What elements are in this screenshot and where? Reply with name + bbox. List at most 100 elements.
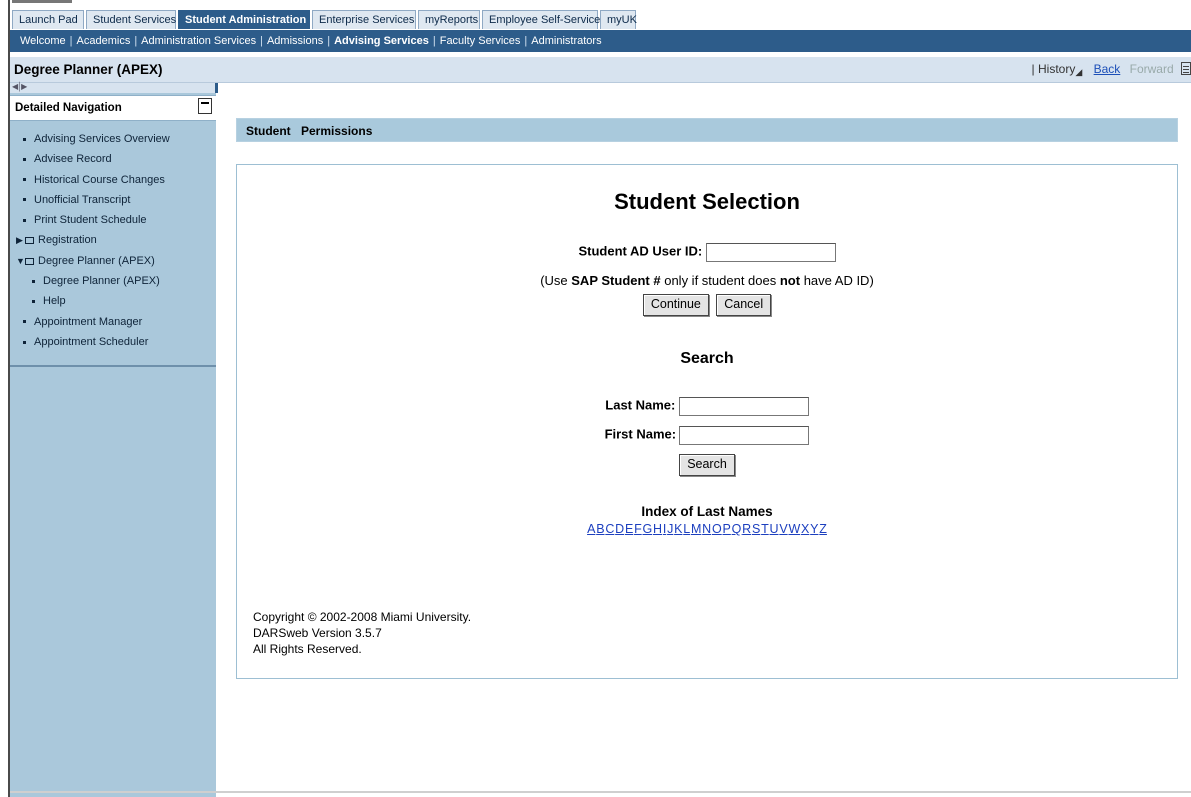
back-link[interactable]: Back — [1094, 62, 1121, 76]
portal-frame: Launch Pad Student Services Student Admi… — [8, 0, 1191, 797]
bullet-icon — [23, 320, 26, 324]
tab-launch-pad[interactable]: Launch Pad — [12, 10, 84, 29]
sidebar-item-degree-planner[interactable]: Degree Planner (APEX) — [10, 271, 216, 291]
letter-link-f[interactable]: F — [634, 522, 642, 536]
subnav-separator: | — [134, 35, 138, 47]
subnav-faculty-services[interactable]: Faculty Services — [440, 35, 521, 47]
tab-employee-self-service[interactable]: Employee Self-Service — [482, 10, 600, 29]
content-menu-bar: Student Permissions — [236, 118, 1178, 142]
sidebar-item-registration[interactable]: ▶ Registration — [10, 230, 216, 250]
tab-student-administration[interactable]: Student Administration — [178, 10, 310, 29]
bullet-icon — [23, 137, 26, 141]
subnav-administrators[interactable]: Administrators — [531, 35, 601, 47]
tab-myreports[interactable]: myReports — [418, 10, 480, 29]
letter-link-v[interactable]: V — [779, 522, 787, 536]
sidebar-item-label: Historical Course Changes — [34, 173, 165, 186]
first-name-input[interactable] — [679, 426, 810, 445]
letter-link-i[interactable]: I — [663, 522, 666, 536]
sidebar-item-degree-planner-folder[interactable]: ▼ Degree Planner (APEX) — [10, 251, 216, 271]
subnav-advising-services[interactable]: Advising Services — [334, 35, 429, 47]
letter-link-d[interactable]: D — [615, 522, 624, 536]
letter-link-a[interactable]: A — [587, 522, 595, 536]
expand-triangle-icon[interactable]: ▶ — [16, 230, 25, 250]
tab-myuk[interactable]: myUK — [600, 10, 637, 29]
sidebar-item-unofficial-transcript[interactable]: Unofficial Transcript — [10, 190, 216, 210]
page-title: Degree Planner (APEX) — [14, 62, 163, 77]
tab-enterprise-services[interactable]: Enterprise Services — [312, 10, 416, 29]
bottom-border — [10, 791, 1191, 793]
letter-link-o[interactable]: O — [712, 522, 722, 536]
subnav-welcome[interactable]: Welcome — [20, 35, 66, 47]
sidebar-item-help[interactable]: Help — [10, 291, 216, 311]
collapse-triangle-icon[interactable]: ▼ — [16, 251, 25, 271]
tab-student-services[interactable]: Student Services — [86, 10, 176, 29]
search-button-row: Search — [237, 454, 1177, 476]
subnav-academics[interactable]: Academics — [77, 35, 131, 47]
letter-link-e[interactable]: E — [625, 522, 633, 536]
last-name-input[interactable] — [678, 397, 809, 416]
letter-link-c[interactable]: C — [605, 522, 614, 536]
sidebar-item-label: Degree Planner (APEX) — [38, 254, 155, 267]
subnav-separator: | — [524, 35, 528, 47]
cancel-button[interactable]: Cancel — [716, 294, 772, 316]
letter-link-b[interactable]: B — [596, 522, 604, 536]
sidebar-item-advisee-record[interactable]: Advisee Record — [10, 149, 216, 169]
letter-link-l[interactable]: L — [683, 522, 690, 536]
note-prefix: (Use — [540, 273, 572, 288]
last-name-label: Last Name: — [605, 397, 676, 413]
letter-link-r[interactable]: R — [742, 522, 751, 536]
top-strip — [10, 0, 1191, 8]
letter-link-x[interactable]: X — [801, 522, 809, 536]
continue-button[interactable]: Continue — [642, 294, 709, 316]
menu-student[interactable]: Student — [246, 124, 291, 138]
letter-link-m[interactable]: M — [691, 522, 701, 536]
sidebar-item-appointment-manager[interactable]: Appointment Manager — [10, 312, 216, 332]
letter-link-q[interactable]: Q — [732, 522, 742, 536]
letter-link-w[interactable]: W — [788, 522, 800, 536]
student-selection-panel: Student Selection Student AD User ID: (U… — [236, 164, 1178, 679]
sidebar-item-label: Print Student Schedule — [34, 214, 147, 227]
folder-icon — [25, 237, 34, 245]
letter-link-z[interactable]: Z — [819, 522, 827, 536]
sidebar-item-label: Advising Services Overview — [34, 133, 170, 145]
sidebar-item-appointment-scheduler[interactable]: Appointment Scheduler — [10, 332, 216, 352]
menu-permissions[interactable]: Permissions — [301, 124, 372, 138]
note-sap-student-number: SAP Student # — [571, 273, 661, 288]
letter-link-j[interactable]: J — [667, 522, 673, 536]
page-menu-icon[interactable] — [1181, 62, 1191, 75]
sidebar-collapse-bar[interactable]: ◀│▶ — [10, 82, 218, 93]
detailed-navigation-sidebar: ◀│▶ Detailed Navigation Advising Service… — [10, 82, 218, 797]
sidebar-divider — [10, 365, 216, 367]
letter-link-t[interactable]: T — [761, 522, 769, 536]
sidebar-item-print-student-schedule[interactable]: Print Student Schedule — [10, 210, 216, 230]
version-line: DARSweb Version 3.5.7 — [253, 626, 382, 640]
note-suffix: have AD ID) — [800, 273, 874, 288]
letter-link-p[interactable]: P — [723, 522, 731, 536]
sidebar-item-label: Help — [43, 295, 66, 308]
history-dropdown-icon[interactable]: ◢ — [1075, 67, 1082, 77]
minimize-icon[interactable] — [198, 98, 212, 114]
letter-link-s[interactable]: S — [752, 522, 760, 536]
ad-user-id-input[interactable] — [705, 243, 836, 262]
secondary-nav: Welcome | Academics | Administration Service… — [10, 30, 1191, 52]
sidebar-item-advising-services-overview[interactable]: Advising Services Overview — [10, 129, 216, 149]
collapse-arrows-icon[interactable]: ◀│▶ — [12, 82, 27, 91]
letter-link-n[interactable]: N — [702, 522, 711, 536]
bullet-icon — [23, 178, 26, 182]
ad-user-id-label: Student AD User ID: — [578, 243, 703, 259]
bullet-icon — [23, 157, 26, 161]
bullet-icon — [32, 279, 35, 283]
letter-link-g[interactable]: G — [642, 522, 652, 536]
history-menu[interactable]: History — [1038, 62, 1075, 76]
sidebar-item-historical-course-changes[interactable]: Historical Course Changes — [10, 170, 216, 190]
letter-link-y[interactable]: Y — [810, 522, 818, 536]
letter-link-u[interactable]: U — [770, 522, 779, 536]
collapse-handle[interactable] — [215, 83, 218, 93]
subnav-administration-services[interactable]: Administration Services — [141, 35, 256, 47]
search-button[interactable]: Search — [679, 454, 735, 476]
letter-link-h[interactable]: H — [653, 522, 662, 536]
letter-link-k[interactable]: K — [674, 522, 682, 536]
last-name-row: Last Name: — [237, 397, 1177, 416]
subnav-separator: | — [327, 35, 331, 47]
subnav-admissions[interactable]: Admissions — [267, 35, 323, 47]
